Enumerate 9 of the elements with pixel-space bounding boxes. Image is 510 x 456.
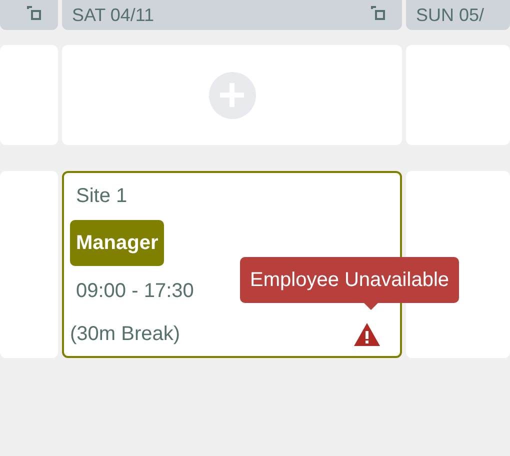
shift-time: 09:00 - 17:30 <box>76 279 194 303</box>
day-label: SUN 05/ <box>416 4 484 26</box>
tooltip-pointer <box>364 303 378 310</box>
warning-tooltip: Employee Unavailable <box>240 257 460 303</box>
site-label: Site 1 <box>76 184 128 208</box>
role-tag: Manager <box>70 220 164 266</box>
day-label: SAT 04/11 <box>72 4 154 26</box>
break-label: (30m Break) <box>70 322 180 346</box>
warning-icon[interactable] <box>354 322 380 346</box>
